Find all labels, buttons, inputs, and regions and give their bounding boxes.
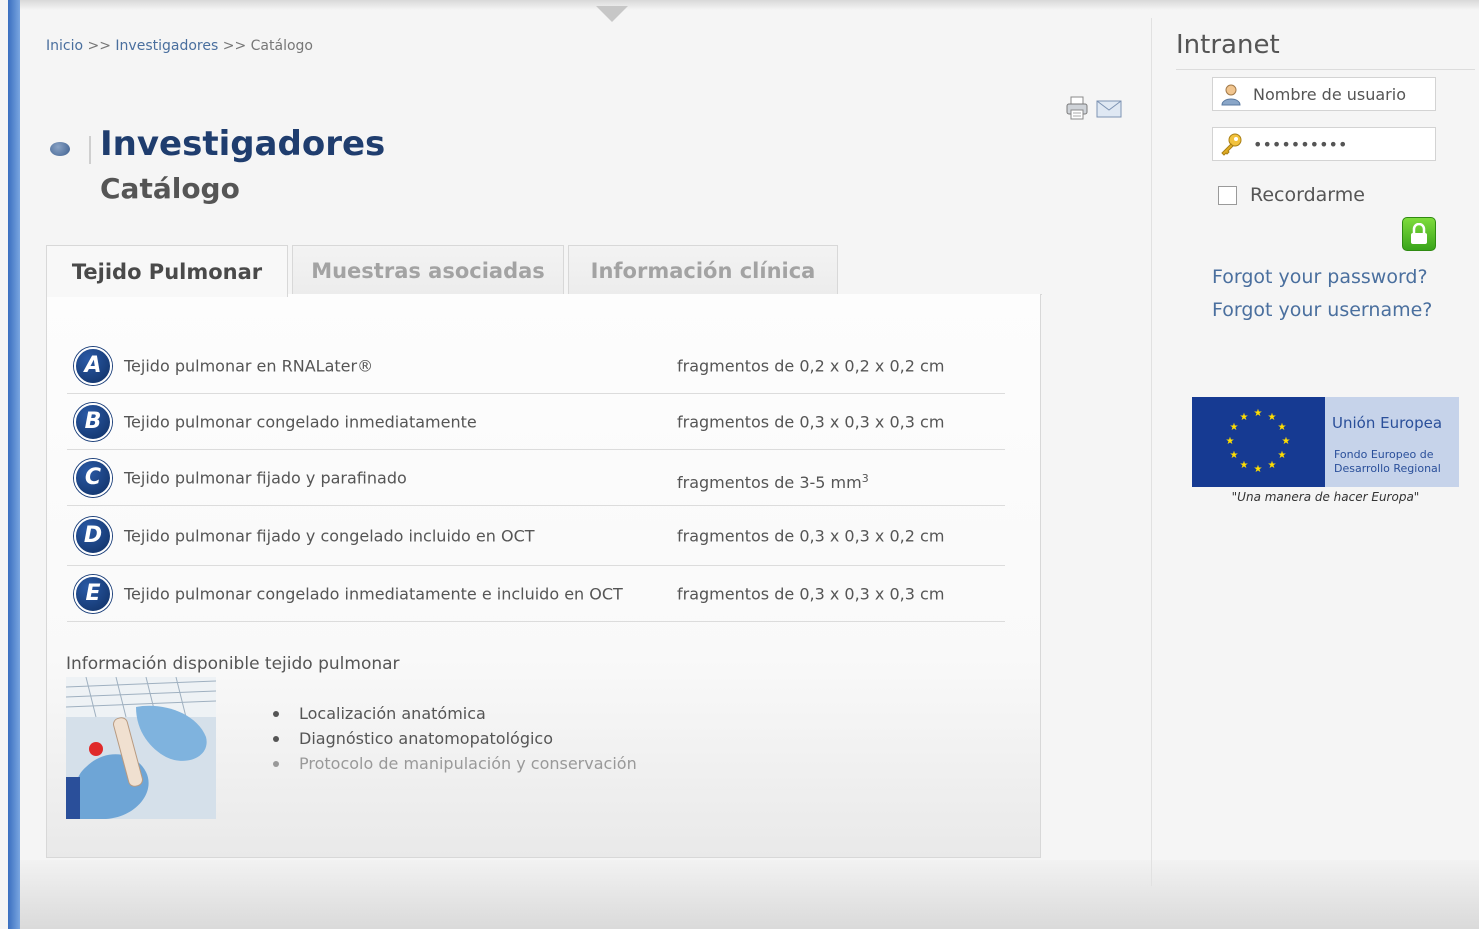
sample-description: Tejido pulmonar congelado inmediatamente… (124, 584, 623, 603)
page-tools (1066, 96, 1122, 120)
letter-badge-icon: D (74, 516, 112, 555)
svg-text:★: ★ (1230, 422, 1239, 433)
breadcrumb-separator: >> (222, 38, 247, 54)
user-icon (1219, 82, 1243, 106)
tab-tejido-pulmonar[interactable]: Tejido Pulmonar (46, 245, 288, 297)
breadcrumb-current: Catálogo (250, 38, 313, 54)
mail-icon[interactable] (1096, 100, 1122, 118)
letter-badge-icon: C (74, 458, 112, 497)
list-item: B Tejido pulmonar congelado inmediatamen… (67, 394, 1005, 450)
top-shadow (20, 0, 1479, 10)
sample-description: Tejido pulmonar en RNALater® (124, 356, 374, 375)
sample-description: Tejido pulmonar congelado inmediatamente (124, 412, 477, 431)
tab-panel: A Tejido pulmonar en RNALater® fragmento… (46, 294, 1041, 858)
sample-size-superscript: 3 (861, 471, 869, 485)
password-field-wrap (1212, 127, 1436, 161)
svg-text:★: ★ (1278, 450, 1287, 461)
left-accent-stripe (8, 0, 20, 929)
info-list: Localización anatómica Diagnóstico anato… (271, 704, 637, 779)
svg-text:★: ★ (1268, 460, 1277, 471)
eu-funding-logo: ★ ★ ★ ★ ★ ★ ★ ★ ★ ★ ★ ★ Unión Europea Fondo Europ… (1192, 397, 1459, 515)
info-list-item: Localización anatómica (271, 704, 637, 729)
remember-checkbox[interactable] (1218, 185, 1237, 205)
login-button[interactable] (1402, 217, 1436, 251)
sample-size: fragmentos de 0,3 x 0,3 x 0,2 cm (677, 526, 945, 545)
column-divider (1151, 18, 1152, 886)
page-subtitle: Catálogo (100, 172, 240, 205)
eu-fund-text: Fondo Europeo de Desarrollo Regional (1334, 448, 1459, 476)
svg-text:★: ★ (1230, 450, 1239, 461)
title-bullet-icon (50, 142, 70, 156)
breadcrumb-home-link[interactable]: Inicio (46, 38, 83, 54)
sample-description: Tejido pulmonar fijado y parafinado (124, 468, 407, 487)
key-icon (1219, 132, 1243, 156)
sidebar-title: Intranet (1176, 30, 1280, 60)
breadcrumb-section-link[interactable]: Investigadores (115, 38, 218, 54)
svg-text:★: ★ (1254, 464, 1263, 475)
list-item: C Tejido pulmonar fijado y parafinado fr… (67, 450, 1005, 506)
forgot-username-link[interactable]: Forgot your username? (1212, 299, 1432, 321)
remember-label: Recordarme (1250, 184, 1365, 206)
svg-text:★: ★ (1240, 460, 1249, 471)
breadcrumb: Inicio >> Investigadores >> Catálogo (46, 38, 313, 54)
eu-fund-line: Fondo Europeo de (1334, 448, 1434, 461)
letter-badge-icon: A (74, 346, 112, 385)
footer-band (20, 860, 1479, 929)
sidebar-divider (1176, 69, 1475, 70)
svg-text:★: ★ (1282, 436, 1291, 447)
list-item: E Tejido pulmonar congelado inmediatamen… (67, 566, 1005, 622)
breadcrumb-separator: >> (87, 38, 111, 54)
forgot-password-link[interactable]: Forgot your password? (1212, 266, 1428, 288)
svg-text:★: ★ (1254, 408, 1263, 419)
header-notch (596, 6, 628, 22)
letter-badge-icon: B (74, 402, 112, 441)
page-title: Investigadores (100, 124, 386, 164)
sample-size: fragmentos de 0,3 x 0,3 x 0,3 cm (677, 412, 945, 431)
remember-me: Recordarme (1218, 184, 1365, 206)
svg-text:★: ★ (1240, 412, 1249, 423)
sample-list: A Tejido pulmonar en RNALater® fragmento… (67, 338, 1005, 622)
username-field-wrap (1212, 77, 1436, 111)
eu-name: Unión Europea (1332, 414, 1443, 432)
sample-description: Tejido pulmonar fijado y congelado inclu… (124, 526, 535, 545)
info-list-item: Protocolo de manipulación y conservación (271, 754, 637, 779)
letter-badge-icon: E (74, 574, 112, 613)
info-list-item: Diagnóstico anatomopatológico (271, 729, 637, 754)
tab-informacion-clinica[interactable]: Información clínica (568, 245, 838, 295)
svg-text:★: ★ (1268, 412, 1277, 423)
list-item: A Tejido pulmonar en RNALater® fragmento… (67, 338, 1005, 394)
info-heading: Información disponible tejido pulmonar (66, 654, 400, 674)
lock-icon (1411, 223, 1427, 244)
eu-fund-line: Desarrollo Regional (1334, 462, 1441, 475)
eu-flag-icon: ★ ★ ★ ★ ★ ★ ★ ★ ★ ★ ★ ★ (1192, 397, 1325, 487)
list-item: D Tejido pulmonar fijado y congelado inc… (67, 506, 1005, 566)
lab-photo (66, 677, 216, 819)
sample-size: fragmentos de 3-5 mm (677, 472, 862, 492)
password-input[interactable] (1253, 134, 1423, 154)
sample-size: fragmentos de 0,3 x 0,3 x 0,3 cm (677, 584, 945, 603)
svg-text:★: ★ (1226, 436, 1235, 447)
title-divider (89, 136, 91, 164)
print-icon[interactable] (1066, 96, 1088, 120)
eu-motto: "Una manera de hacer Europa" (1231, 490, 1420, 504)
sample-size-wrap: fragmentos de 3-5 mm3 (677, 471, 869, 491)
tab-muestras-asociadas[interactable]: Muestras asociadas (292, 245, 564, 295)
username-input[interactable] (1253, 84, 1423, 104)
sample-size: fragmentos de 0,2 x 0,2 x 0,2 cm (677, 356, 945, 375)
svg-text:★: ★ (1278, 422, 1287, 433)
